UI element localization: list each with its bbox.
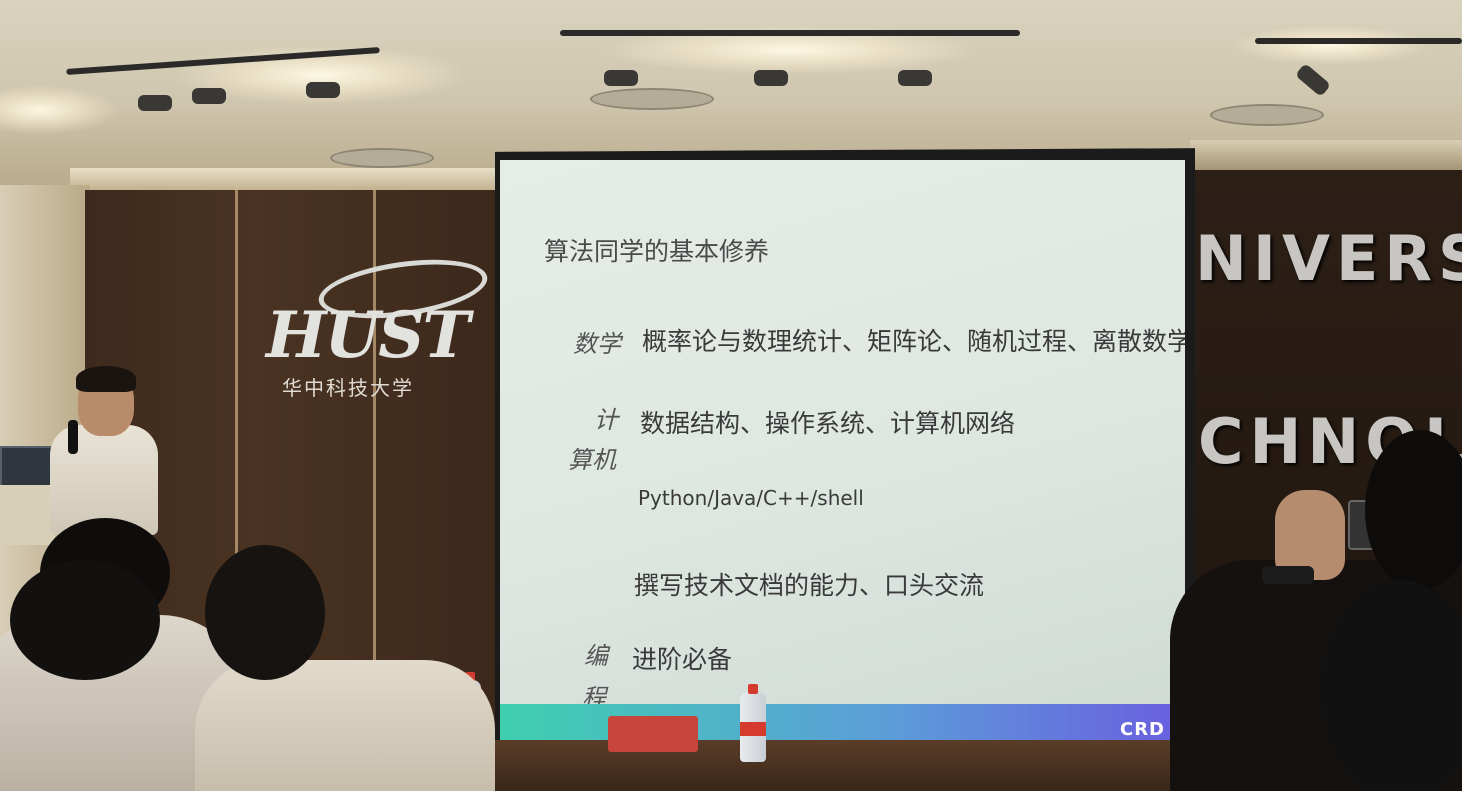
lecture-hall-scene: HUST 华中科技大学 NIVERS CHNOL 算法同学的基本修养 数学 概率… [0, 0, 1462, 791]
ceiling-vent [590, 88, 714, 110]
ceiling-vent [1210, 104, 1324, 126]
nameplate [608, 716, 698, 752]
slide-row-languages: Python/Java/C++/shell [638, 486, 864, 510]
ceiling-light-glow [1230, 25, 1430, 65]
logo-text: 华中科技大学 [282, 376, 414, 400]
spotlight [138, 95, 172, 111]
front-desk [420, 740, 1190, 791]
speaker-hair [76, 366, 136, 392]
slide-row-label-math: 数学 [573, 330, 621, 358]
bottle-cap [748, 684, 758, 694]
watch-icon [1262, 566, 1314, 584]
ceiling-vent [330, 148, 434, 168]
cornice [70, 168, 510, 192]
audience-body [195, 660, 495, 791]
spotlight [604, 70, 638, 86]
water-bottle [740, 684, 766, 762]
cornice [1190, 140, 1462, 174]
logo-mark: HUST [266, 298, 470, 373]
slide-title: 算法同学的基本修养 [544, 237, 770, 266]
slide-row-label-prog-1: 编 [584, 642, 608, 670]
light-track [560, 30, 1020, 36]
slide-row-communication: 撰写技术文档的能力、口头交流 [634, 571, 985, 600]
projection-screen: 算法同学的基本修养 数学 概率论与数理统计、矩阵论、随机过程、离散数学 计 算机… [500, 160, 1185, 748]
spotlight [192, 88, 226, 104]
spotlight [898, 70, 932, 86]
wall-lettering-top: NIVERS [1195, 222, 1462, 295]
light-track [1255, 38, 1462, 44]
slide-footer-logo: CRD [1119, 719, 1165, 740]
university-logo: HUST 华中科技大学 [258, 250, 491, 406]
bottle-label [740, 722, 766, 736]
slide-row-cs: 数据结构、操作系统、计算机网络 [640, 409, 1016, 438]
audience-head [10, 560, 160, 680]
slide-row-advanced: 进阶必备 [632, 645, 733, 674]
spotlight [754, 70, 788, 86]
audience-head [205, 545, 325, 680]
slide-row-label-cs-2: 算机 [568, 446, 616, 474]
podium [0, 485, 55, 545]
slide-row-label-cs-1: 计 [594, 406, 618, 434]
spotlight [306, 82, 340, 98]
slide-row-math: 概率论与数理统计、矩阵论、随机过程、离散数学 [642, 327, 1185, 356]
microphone-icon [68, 420, 78, 454]
